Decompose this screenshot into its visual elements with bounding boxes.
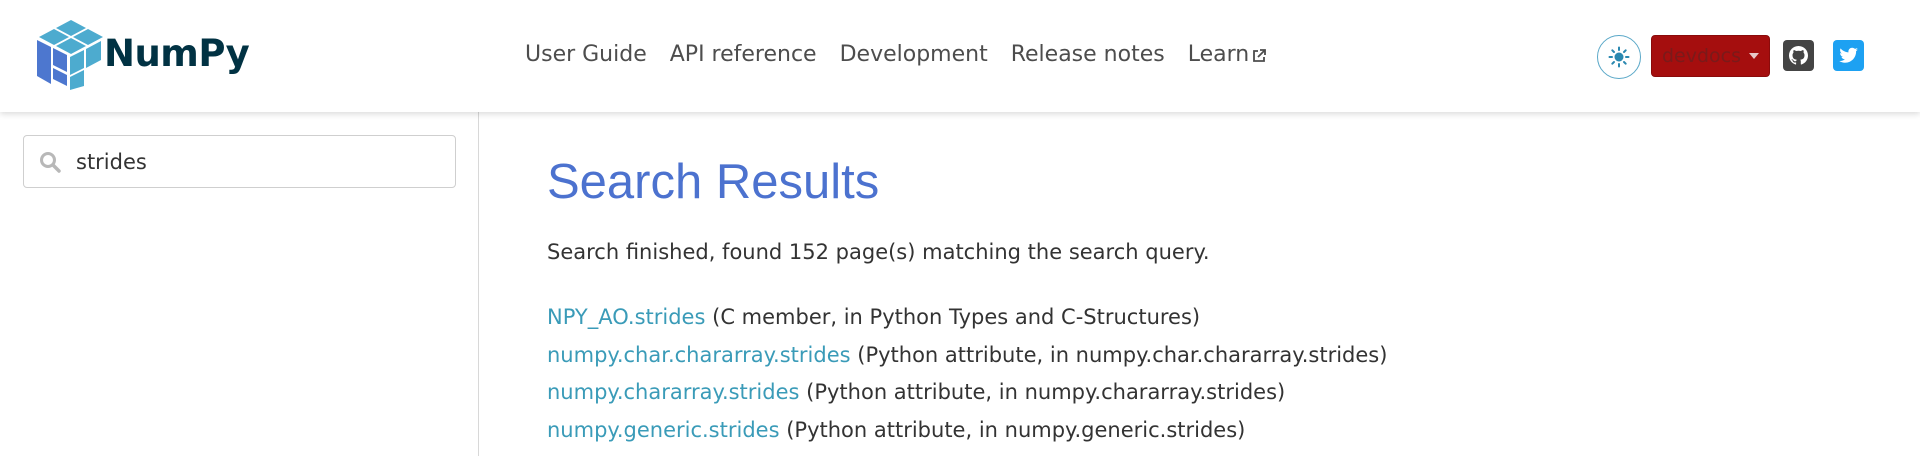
search-box[interactable] xyxy=(23,135,456,188)
theme-toggle-button[interactable] xyxy=(1597,35,1641,79)
result-link[interactable]: numpy.chararray.strides xyxy=(547,380,799,404)
list-item: numpy.generic.strides (Python attribute,… xyxy=(547,415,1387,453)
list-item: NPY_AO.strides (C member, in Python Type… xyxy=(547,302,1387,340)
search-input[interactable] xyxy=(76,149,416,174)
numpy-logo[interactable]: NumPy xyxy=(34,16,250,90)
logo-text: NumPy xyxy=(104,31,250,75)
nav-development[interactable]: Development xyxy=(840,42,988,67)
nav-release-notes[interactable]: Release notes xyxy=(1011,42,1165,67)
result-description: (Python attribute, in numpy.chararray.st… xyxy=(806,380,1286,404)
nav-user-guide[interactable]: User Guide xyxy=(525,42,647,67)
search-icon xyxy=(40,151,61,173)
github-icon[interactable] xyxy=(1783,40,1814,71)
main-nav: User Guide API reference Development Rel… xyxy=(525,42,1290,67)
result-description: (Python attribute, in numpy.char.chararr… xyxy=(857,342,1388,367)
list-item: numpy.chararray.strides (Python attribut… xyxy=(547,377,1387,415)
list-item: numpy.char.chararray.strides (Python att… xyxy=(547,340,1387,378)
nav-api-reference[interactable]: API reference xyxy=(670,42,817,67)
external-link-icon xyxy=(1253,49,1267,62)
sun-icon xyxy=(1608,46,1630,68)
twitter-icon[interactable] xyxy=(1833,40,1864,71)
result-link[interactable]: numpy.generic.strides xyxy=(547,418,780,442)
result-description: (Python attribute, in numpy.generic.stri… xyxy=(786,417,1246,442)
result-link[interactable]: numpy.char.chararray.strides xyxy=(547,343,851,367)
numpy-logo-icon xyxy=(37,20,103,90)
sidebar-divider xyxy=(478,112,479,456)
search-results-list: NPY_AO.strides (C member, in Python Type… xyxy=(547,302,1387,452)
version-label: devdocs xyxy=(1661,45,1742,67)
top-navbar: NumPy User Guide API reference Developme… xyxy=(0,0,1920,112)
nav-learn-label: Learn xyxy=(1187,42,1250,67)
version-switcher-button[interactable]: devdocs xyxy=(1651,35,1770,77)
result-description: (C member, in Python Types and C-Structu… xyxy=(712,305,1201,329)
search-summary: Search finished, found 152 page(s) match… xyxy=(547,240,1210,264)
page-title: Search Results xyxy=(547,155,880,209)
chevron-down-icon xyxy=(1749,53,1760,59)
nav-learn[interactable]: Learn xyxy=(1188,42,1268,67)
result-link[interactable]: NPY_AO.strides xyxy=(547,305,705,329)
